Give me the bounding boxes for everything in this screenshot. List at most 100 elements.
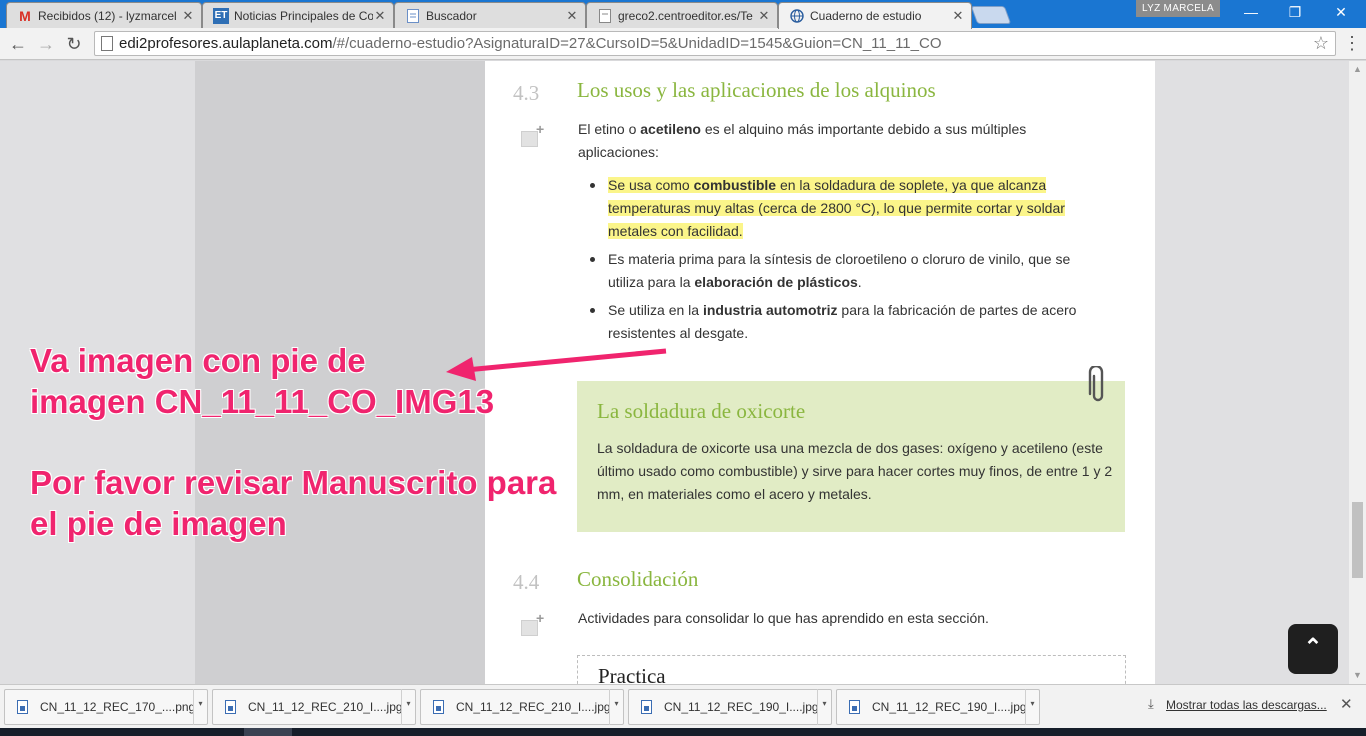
gmail-icon: M	[19, 7, 31, 24]
page-icon	[405, 8, 421, 24]
highlighted-text[interactable]: Se usa como combustible en la soldadura …	[608, 177, 1065, 239]
uses-list: Se usa como combustible en la soldadura …	[578, 174, 1098, 350]
download-icon: ⤓	[1148, 696, 1154, 711]
page-icon	[597, 8, 613, 24]
close-tab-icon[interactable]: ✕	[565, 8, 579, 24]
menu-icon[interactable]: ⋮	[1342, 34, 1362, 54]
downloads-shelf: CN_11_12_REC_170_....png ▾ CN_11_12_REC_2…	[0, 684, 1366, 728]
url-path: /#/cuaderno-estudio?AsignaturaID=27&Curs…	[332, 35, 942, 52]
download-item[interactable]: CN_11_12_REC_190_I....jpg ▾	[628, 689, 832, 725]
taskbar-item[interactable]	[244, 728, 292, 736]
download-filename: CN_11_12_REC_170_....png	[40, 700, 193, 714]
section-text: Actividades para consolidar lo que has a…	[578, 610, 989, 626]
close-window-icon[interactable]: ✕	[1318, 0, 1364, 24]
section-title: Los usos y las aplicaciones de los alqui…	[577, 78, 936, 102]
info-box-text: La soldadura de oxicorte usa una mezcla …	[597, 440, 1113, 502]
tab-title: greco2.centroeditor.es/Te	[618, 8, 753, 23]
info-box: La soldadura de oxicorte La soldadura de…	[577, 381, 1125, 532]
annotation-line: el pie de imagen	[30, 505, 287, 542]
paperclip-icon[interactable]	[1087, 366, 1109, 406]
bookmark-star-icon[interactable]: ☆	[1313, 33, 1329, 54]
show-all-downloads-link[interactable]: Mostrar todas las descargas...	[1166, 698, 1327, 712]
address-bar[interactable]: edi2profesores.aulaplaneta.com/#/cuadern…	[94, 31, 1336, 56]
image-file-icon	[641, 700, 652, 714]
url-text[interactable]: edi2profesores.aulaplaneta.com/#/cuadern…	[119, 32, 942, 55]
chevron-down-icon[interactable]: ▾	[1025, 689, 1039, 725]
globe-icon	[789, 8, 805, 24]
practice-title: Practica	[598, 664, 666, 684]
restore-icon[interactable]: ❐	[1272, 0, 1318, 24]
annotation-line: imagen CN_11_11_CO_IMG13	[30, 383, 495, 420]
profile-badge[interactable]: LYZ MARCELA	[1136, 0, 1220, 17]
new-tab-button[interactable]	[970, 6, 1012, 24]
list-item: Se usa como combustible en la soldadura …	[578, 174, 1098, 243]
tab-cuaderno[interactable]: Cuaderno de estudio ✕	[778, 2, 972, 29]
close-tab-icon[interactable]: ✕	[181, 8, 195, 24]
et-icon: ET	[213, 7, 229, 24]
close-tab-icon[interactable]: ✕	[373, 8, 387, 24]
download-item[interactable]: CN_11_12_REC_190_I....jpg ▾	[836, 689, 1040, 725]
scroll-down-icon[interactable]: ▼	[1349, 667, 1366, 684]
os-taskbar	[0, 728, 1366, 736]
tab-strip: M Recibidos (12) - lyzmarcel ✕ ET Notici…	[0, 0, 1366, 29]
browser-toolbar: ← → ↻ edi2profesores.aulaplaneta.com/#/c…	[0, 28, 1366, 60]
download-item[interactable]: CN_11_12_REC_210_I....jpg ▾	[212, 689, 416, 725]
scroll-to-top-button[interactable]: ⌃	[1288, 624, 1338, 674]
chevron-down-icon[interactable]: ▾	[817, 689, 831, 725]
section-intro: El etino o acetileno es el alquino más i…	[578, 118, 1098, 164]
tab-title: Cuaderno de estudio	[810, 9, 922, 23]
back-icon[interactable]: ←	[6, 32, 30, 56]
list-item: Es materia prima para la síntesis de clo…	[578, 248, 1098, 294]
download-filename: CN_11_12_REC_190_I....jpg	[664, 700, 817, 714]
tab-title: Buscador	[426, 8, 477, 23]
bullet-bold: elaboración de plásticos	[694, 274, 858, 290]
forward-icon[interactable]: →	[34, 32, 58, 56]
vertical-scrollbar[interactable]: ▲ ▼	[1349, 61, 1366, 684]
section-number: 4.3	[513, 81, 540, 105]
download-filename: CN_11_12_REC_190_I....jpg	[872, 700, 1025, 714]
page-viewport: 4.3 Los usos y las aplicaciones de los a…	[0, 61, 1349, 684]
annotation-arrow	[446, 348, 667, 381]
reload-icon[interactable]: ↻	[62, 32, 86, 56]
chevron-down-icon[interactable]: ▾	[609, 689, 623, 725]
bullet-text: Se usa como	[608, 177, 694, 193]
section-title: Consolidación	[577, 567, 699, 591]
bullet-text: .	[857, 274, 862, 290]
intro-bold: acetileno	[640, 121, 701, 137]
download-filename: CN_11_12_REC_210_I....jpg	[456, 700, 609, 714]
tab-gmail[interactable]: M Recibidos (12) - lyzmarcel ✕	[6, 2, 202, 28]
image-file-icon	[17, 700, 28, 714]
section-number: 4.4	[513, 570, 540, 594]
close-tab-icon[interactable]: ✕	[951, 8, 965, 24]
download-item[interactable]: CN_11_12_REC_210_I....jpg ▾	[420, 689, 624, 725]
bullet-bold: industria automotriz	[702, 302, 838, 318]
annotation-line: Por favor revisar Manuscrito para	[30, 464, 557, 501]
chevron-down-icon[interactable]: ▾	[193, 689, 207, 725]
add-note-icon[interactable]: +	[521, 610, 544, 638]
bullet-bold: combustible	[693, 177, 777, 193]
scroll-up-icon[interactable]: ▲	[1349, 61, 1366, 78]
intro-text: El etino o	[578, 121, 641, 137]
tab-title: Noticias Principales de Co	[234, 8, 373, 23]
tab-buscador[interactable]: Buscador ✕	[394, 2, 586, 28]
tab-greco[interactable]: greco2.centroeditor.es/Te ✕	[586, 2, 778, 28]
info-box-title: La soldadura de oxicorte	[597, 399, 806, 423]
close-tab-icon[interactable]: ✕	[757, 8, 771, 24]
minimize-icon[interactable]: —	[1228, 0, 1274, 24]
image-file-icon	[225, 700, 236, 714]
scrollbar-thumb[interactable]	[1352, 502, 1363, 578]
download-filename: CN_11_12_REC_210_I....jpg	[248, 700, 401, 714]
bullet-text: Se utiliza en la	[608, 302, 703, 318]
chevron-down-icon[interactable]: ▾	[401, 689, 415, 725]
page-info-icon[interactable]	[101, 36, 113, 51]
list-item: Se utiliza en la industria automotriz pa…	[578, 299, 1098, 345]
practice-box[interactable]: Practica	[577, 655, 1126, 684]
download-item[interactable]: CN_11_12_REC_170_....png ▾	[4, 689, 208, 725]
image-file-icon	[849, 700, 860, 714]
image-file-icon	[433, 700, 444, 714]
url-host: edi2profesores.aulaplaneta.com	[119, 35, 333, 52]
add-note-icon[interactable]: +	[521, 121, 544, 149]
close-shelf-icon[interactable]: ✕	[1340, 695, 1353, 713]
annotation-line: Va imagen con pie de	[30, 342, 366, 379]
tab-noticias[interactable]: ET Noticias Principales de Co ✕	[202, 2, 394, 28]
